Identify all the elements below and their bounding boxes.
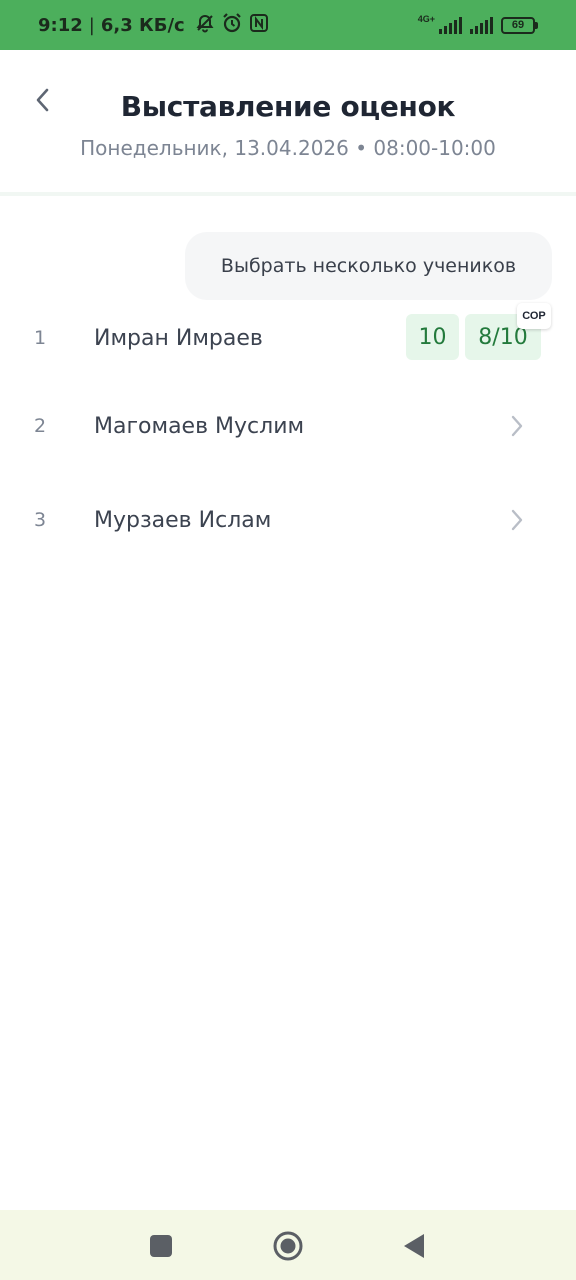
select-multiple-label: Выбрать несколько учеников bbox=[220, 255, 517, 277]
status-time: 9:12 bbox=[38, 14, 83, 36]
select-multiple-students-button[interactable]: Выбрать несколько учеников bbox=[185, 232, 552, 300]
page-title: Выставление оценок bbox=[120, 90, 456, 123]
chevron-right-icon[interactable] bbox=[505, 505, 529, 535]
status-right: 4G+ 69 bbox=[417, 14, 538, 34]
signal-icon bbox=[439, 16, 462, 34]
nfc-icon bbox=[249, 13, 269, 38]
signal-icon bbox=[470, 16, 493, 34]
status-icons bbox=[195, 12, 269, 39]
student-row[interactable]: 2 Магомаев Муслим bbox=[0, 391, 576, 461]
lesson-info: Понедельник, 13.04.2026 • 08:00-10:00 bbox=[80, 136, 496, 160]
student-name: Мурзаев Ислам bbox=[94, 507, 272, 533]
battery-tip bbox=[535, 21, 538, 29]
student-number: 1 bbox=[34, 327, 47, 349]
student-name: Магомаев Муслим bbox=[94, 413, 305, 439]
header-divider bbox=[0, 192, 576, 196]
sor-badge: СОР bbox=[517, 303, 551, 329]
grade-chip[interactable]: 10 bbox=[406, 314, 459, 360]
student-number: 2 bbox=[34, 415, 47, 437]
student-name: Имран Имраев bbox=[94, 325, 263, 351]
student-row[interactable]: 1 Имран Имраев 10 8/10 bbox=[0, 303, 576, 373]
back-triangle-icon[interactable] bbox=[396, 1228, 432, 1264]
student-number: 3 bbox=[34, 509, 47, 531]
network-label: 4G+ bbox=[417, 14, 435, 24]
battery-level: 69 bbox=[501, 16, 535, 34]
student-row[interactable]: 3 Мурзаев Ислам bbox=[0, 485, 576, 555]
navigation-bar bbox=[0, 1210, 576, 1280]
recents-square-icon[interactable] bbox=[143, 1228, 179, 1264]
battery-icon: 69 bbox=[501, 16, 538, 34]
status-separator: | bbox=[88, 14, 95, 36]
home-circle-icon[interactable] bbox=[270, 1228, 306, 1264]
status-left: 9:12 | 6,3 КБ/с bbox=[38, 12, 269, 39]
header: Выставление оценок Понедельник, 13.04.20… bbox=[0, 50, 576, 195]
alarm-icon bbox=[221, 12, 243, 39]
chevron-right-icon[interactable] bbox=[505, 411, 529, 441]
status-bar: 9:12 | 6,3 КБ/с 4G+ 69 bbox=[0, 0, 576, 50]
status-speed: 6,3 КБ/с bbox=[100, 14, 185, 36]
mute-notifications-icon bbox=[195, 13, 215, 38]
